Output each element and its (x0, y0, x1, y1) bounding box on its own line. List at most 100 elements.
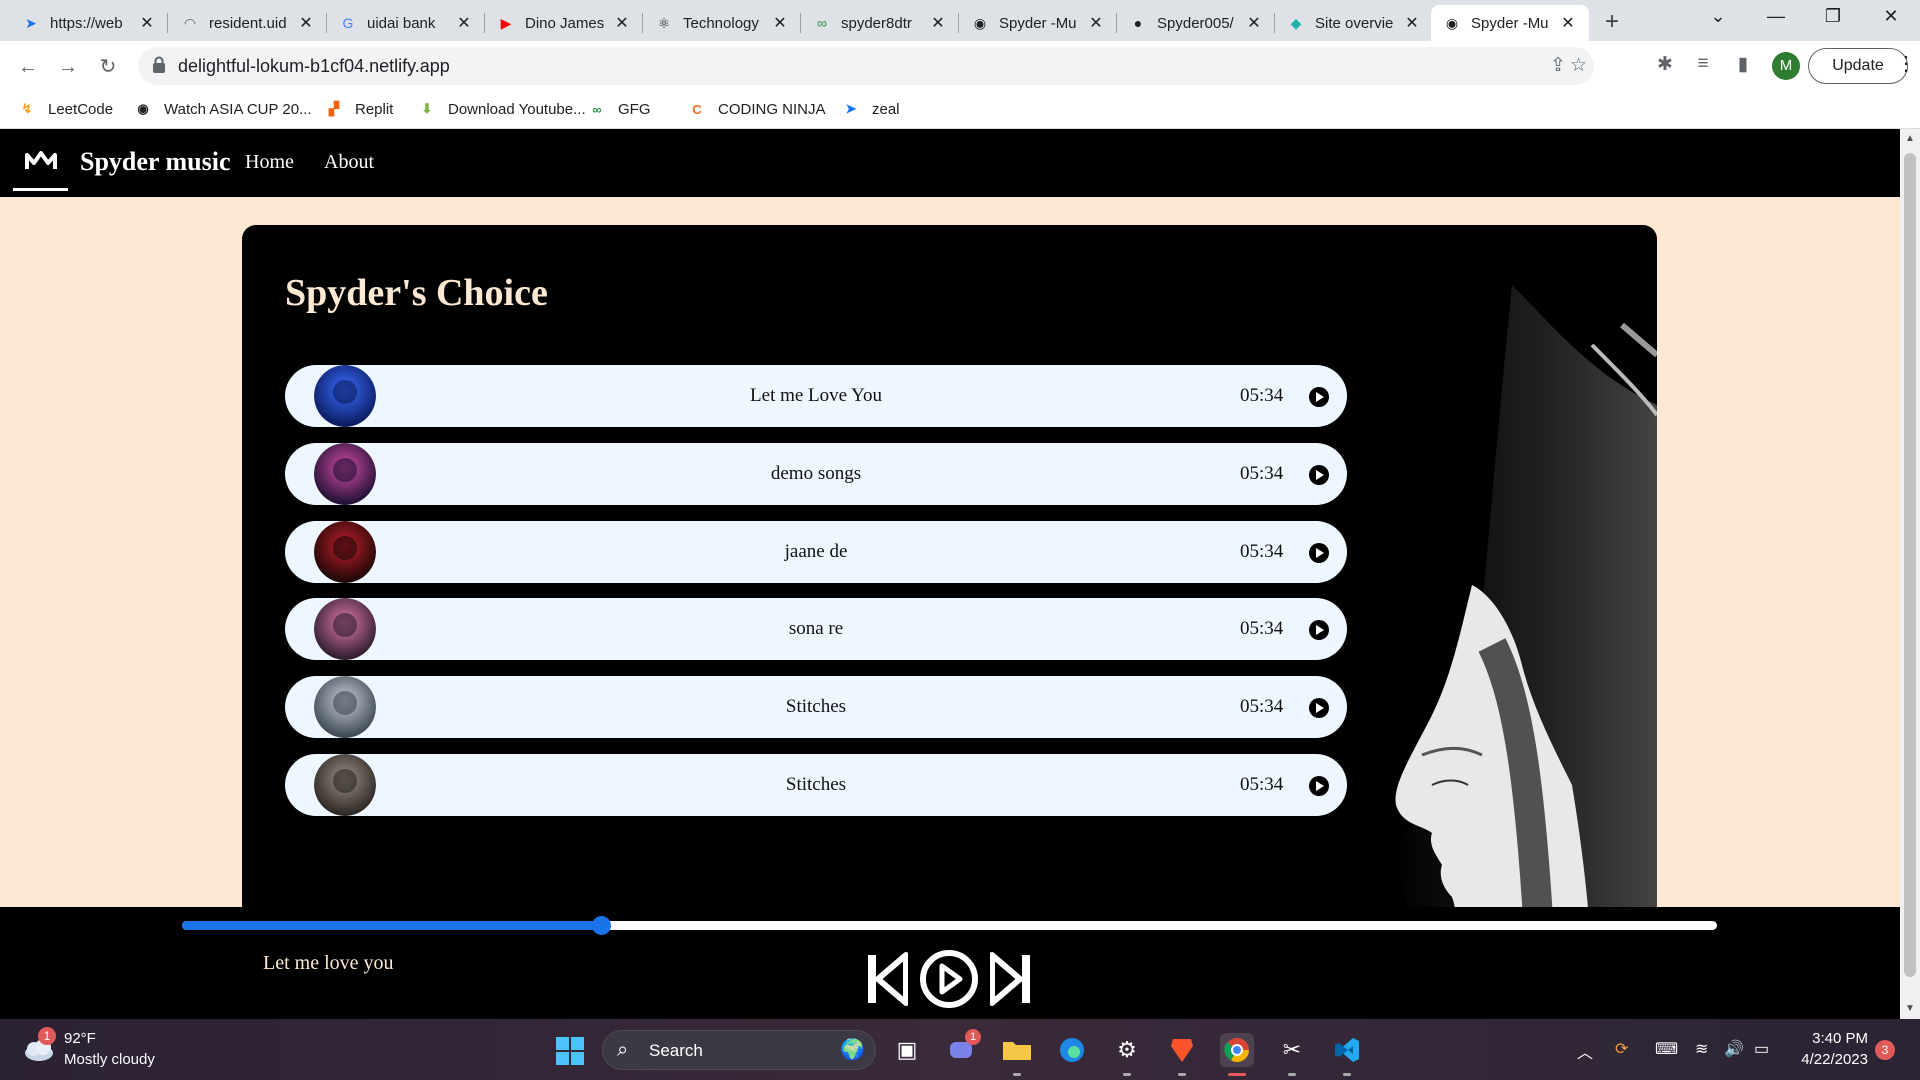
tab-close-icon[interactable]: ✕ (1245, 13, 1263, 33)
chrome-browser-icon[interactable] (1220, 1033, 1254, 1067)
play-circle-icon[interactable] (1309, 776, 1329, 796)
previous-track-icon[interactable] (866, 949, 908, 1009)
next-track-icon[interactable] (990, 949, 1032, 1009)
settings-gear-icon[interactable]: ⚙ (1110, 1033, 1144, 1067)
restore-icon[interactable]: ❐ (1813, 6, 1853, 27)
bookmark-item[interactable]: C CODING NINJA (688, 100, 825, 118)
media-queue-icon[interactable]: ≡ (1690, 53, 1716, 75)
tab-close-icon[interactable]: ✕ (1559, 13, 1577, 33)
browser-tab[interactable]: ▶ Dino James ✕ (485, 5, 643, 41)
tab-close-icon[interactable]: ✕ (1087, 13, 1105, 33)
scroll-down-icon[interactable]: ▼ (1905, 1003, 1915, 1014)
tab-title: Spyder005/ (1157, 14, 1234, 32)
nav-about-link[interactable]: About (324, 151, 374, 174)
site-brand[interactable]: Spyder music (80, 147, 231, 177)
progress-thumb[interactable] (592, 916, 612, 935)
edge-browser-icon[interactable] (1055, 1033, 1089, 1067)
bookmark-item[interactable]: ↯ LeetCode (18, 100, 114, 118)
menu-kebab-icon[interactable]: ⋮ (1896, 51, 1916, 76)
url-text[interactable]: delightful-lokum-b1cf04.netlify.app (178, 56, 450, 77)
share-icon[interactable]: ⇪ (1550, 54, 1566, 77)
play-button-icon[interactable] (918, 949, 980, 1009)
battery-icon[interactable]: ▭ (1754, 1039, 1769, 1059)
progress-slider[interactable] (182, 916, 1717, 935)
show-hidden-icons-chevron-icon[interactable]: ︿ (1577, 1039, 1593, 1063)
notification-badge[interactable]: 3 (1875, 1040, 1895, 1060)
bookmark-item[interactable]: ∞ GFG (588, 100, 650, 118)
reload-icon[interactable]: ↻ (94, 53, 122, 81)
close-window-icon[interactable]: ✕ (1871, 6, 1911, 27)
search-highlight-globe-icon: 🌍 (840, 1039, 865, 1061)
bookmark-item[interactable]: ◉ Watch ASIA CUP 20... (134, 100, 311, 118)
play-circle-icon[interactable] (1309, 543, 1329, 563)
play-circle-icon[interactable] (1309, 387, 1329, 407)
tab-close-icon[interactable]: ✕ (771, 13, 789, 33)
system-clock[interactable]: 3:40 PM 4/22/2023 (1796, 1030, 1868, 1068)
song-row[interactable]: jaane de 05:34 (285, 521, 1347, 583)
windows-start-icon[interactable] (556, 1037, 584, 1065)
browser-tab[interactable]: ➤ https://web ✕ (10, 5, 168, 41)
browser-tab[interactable]: ⚛ Technology ✕ (643, 5, 801, 41)
browser-tab[interactable]: ∞ spyder8dtr ✕ (801, 5, 959, 41)
browser-tab[interactable]: ● Spyder005/ ✕ (1117, 5, 1275, 41)
tab-search-icon[interactable]: ⌄ (1698, 6, 1738, 27)
nav-home-link[interactable]: Home (245, 151, 294, 174)
wifi-icon[interactable]: ≋ (1695, 1039, 1708, 1059)
tab-close-icon[interactable]: ✕ (455, 13, 473, 33)
browser-tab[interactable]: ◉ Spyder -Mu ✕ (959, 5, 1117, 41)
scroll-up-icon[interactable]: ▲ (1905, 133, 1915, 144)
bookmark-label: Download Youtube... (448, 100, 586, 118)
task-view-icon[interactable]: ▣ (890, 1033, 924, 1067)
forward-arrow-icon[interactable]: → (54, 53, 82, 81)
song-row[interactable]: Stitches 05:34 (285, 754, 1347, 816)
address-bar[interactable]: delightful-lokum-b1cf04.netlify.app ⇪ ☆ (138, 47, 1594, 85)
song-title: Stitches (785, 696, 847, 717)
snipping-tool-icon[interactable]: ✂ (1275, 1033, 1309, 1067)
tab-close-icon[interactable]: ✕ (1403, 13, 1421, 33)
scrollbar-thumb[interactable] (1904, 153, 1916, 977)
brave-browser-icon[interactable] (1165, 1033, 1199, 1067)
play-circle-icon[interactable] (1309, 465, 1329, 485)
tab-close-icon[interactable]: ✕ (138, 13, 156, 33)
keyboard-icon[interactable]: ⌨ (1655, 1039, 1678, 1059)
weather-temperature[interactable]: 92°F (64, 1030, 96, 1047)
song-row[interactable]: Stitches 05:34 (285, 676, 1347, 738)
back-arrow-icon[interactable]: ← (14, 53, 42, 81)
profile-avatar[interactable]: M (1772, 52, 1800, 80)
bookmark-star-icon[interactable]: ☆ (1570, 54, 1587, 77)
browser-tab[interactable]: ◉ Spyder -Mu ✕ (1431, 5, 1589, 41)
song-row[interactable]: demo songs 05:34 (285, 443, 1347, 505)
browser-tab[interactable]: Guidai bank ✕ (327, 5, 485, 41)
vscode-icon[interactable] (1330, 1033, 1364, 1067)
update-button[interactable]: Update (1808, 48, 1908, 84)
tab-close-icon[interactable]: ✕ (929, 13, 947, 33)
tab-close-icon[interactable]: ✕ (297, 13, 315, 33)
weather-condition[interactable]: Mostly cloudy (64, 1051, 155, 1068)
minimize-icon[interactable]: — (1756, 6, 1796, 27)
vscode-web-icon: ➤ (25, 14, 37, 31)
web-page: Spyder music Home About Spyder's Choice … (0, 129, 1900, 1019)
bookmark-item[interactable]: ➤ zeal (842, 100, 900, 118)
file-explorer-icon[interactable] (1000, 1033, 1034, 1067)
site-navbar: Spyder music Home About (0, 129, 1900, 197)
music-logo-icon[interactable] (13, 129, 68, 191)
browser-tab[interactable]: ◆ Site overvie ✕ (1275, 5, 1433, 41)
song-row[interactable]: sona re 05:34 (285, 598, 1347, 660)
taskbar-search[interactable]: ⌕ Search 🌍 (602, 1030, 876, 1070)
song-row[interactable]: Let me Love You 05:34 (285, 365, 1347, 427)
play-circle-icon[interactable] (1309, 620, 1329, 640)
browser-tab[interactable]: ◠ resident.uid ✕ (169, 5, 327, 41)
sync-icon[interactable]: ⟳ (1615, 1039, 1628, 1059)
volume-icon[interactable]: 🔊 (1724, 1039, 1744, 1059)
lock-icon[interactable] (152, 56, 166, 74)
tab-close-icon[interactable]: ✕ (613, 13, 631, 33)
page-scrollbar[interactable]: ▲ ▼ (1900, 129, 1920, 1019)
new-tab-button[interactable]: + (1598, 8, 1626, 36)
tab-title: Site overvie (1315, 14, 1394, 32)
play-circle-icon[interactable] (1309, 698, 1329, 718)
side-panel-icon[interactable]: ▮ (1730, 53, 1756, 76)
extensions-puzzle-icon[interactable]: ✱ (1652, 53, 1678, 76)
geeksforgeeks-icon: ∞ (817, 15, 827, 31)
bookmark-item[interactable]: ▞ Replit (325, 100, 393, 118)
bookmark-item[interactable]: ⬇ Download Youtube... (418, 100, 586, 118)
